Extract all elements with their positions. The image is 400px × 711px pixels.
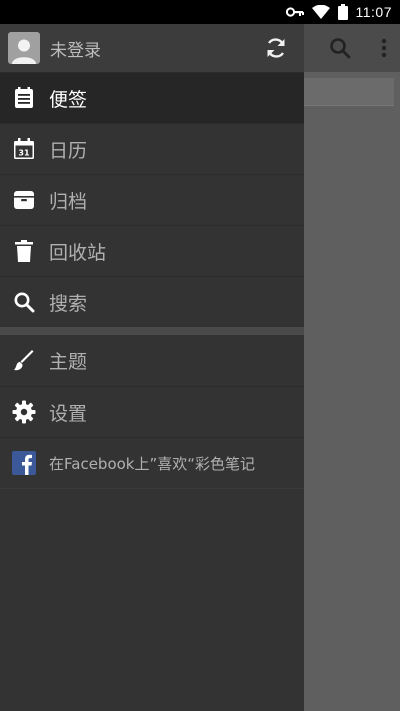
menu-item-theme[interactable]: 主题: [0, 335, 304, 386]
menu-item-calendar[interactable]: 31 日历: [0, 123, 304, 174]
overflow-menu-icon[interactable]: [380, 36, 388, 60]
navigation-drawer: 未登录 便签 31 日历 归档 回收站 搜索 主题 设置 在Facebook上”…: [0, 24, 304, 711]
brush-icon: [12, 349, 36, 373]
menu-label-theme: 主题: [49, 351, 88, 373]
search-icon: [12, 290, 36, 314]
archive-icon: [12, 188, 36, 212]
menu-label-calendar: 日历: [49, 139, 88, 162]
menu-item-notes[interactable]: 便签: [0, 72, 304, 123]
menu-label-archive: 归档: [49, 190, 88, 213]
calendar-day: 31: [18, 149, 30, 158]
menu-item-facebook-like[interactable]: 在Facebook上”喜欢“彩色笔记: [0, 437, 304, 488]
menu-label-notes: 便签: [49, 88, 88, 111]
battery-icon: [337, 4, 348, 20]
menu-item-search[interactable]: 搜索: [0, 276, 304, 327]
user-icon: [12, 39, 36, 64]
drawer-menu-primary: 便签 31 日历 归档 回收站 搜索: [0, 72, 304, 327]
menu-item-trash[interactable]: 回收站: [0, 225, 304, 276]
menu-label-trash: 回收站: [49, 241, 107, 264]
trash-icon: [12, 239, 36, 263]
search-icon[interactable]: [328, 36, 352, 60]
wifi-icon: [311, 5, 330, 19]
section-divider: [0, 327, 304, 335]
gear-icon: [12, 400, 36, 424]
calendar-icon: 31: [12, 137, 36, 161]
status-time: 11:07: [355, 4, 392, 20]
sync-icon[interactable]: [264, 36, 288, 60]
status-bar: 11:07: [0, 0, 400, 24]
avatar[interactable]: [8, 32, 40, 64]
menu-label-search: 搜索: [49, 292, 88, 315]
list-end-divider: [0, 488, 304, 489]
menu-item-archive[interactable]: 归档: [0, 174, 304, 225]
drawer-menu-secondary: 主题 设置 在Facebook上”喜欢“彩色笔记: [0, 335, 304, 489]
facebook-icon: [12, 451, 36, 475]
vpn-key-icon: [285, 7, 304, 17]
note-list-icon: [12, 86, 36, 110]
menu-label-settings: 设置: [49, 402, 88, 425]
drawer-header: 未登录: [0, 24, 304, 72]
login-status[interactable]: 未登录: [50, 36, 101, 61]
menu-label-facebook-like: 在Facebook上”喜欢“彩色笔记: [49, 454, 256, 473]
menu-item-settings[interactable]: 设置: [0, 386, 304, 437]
